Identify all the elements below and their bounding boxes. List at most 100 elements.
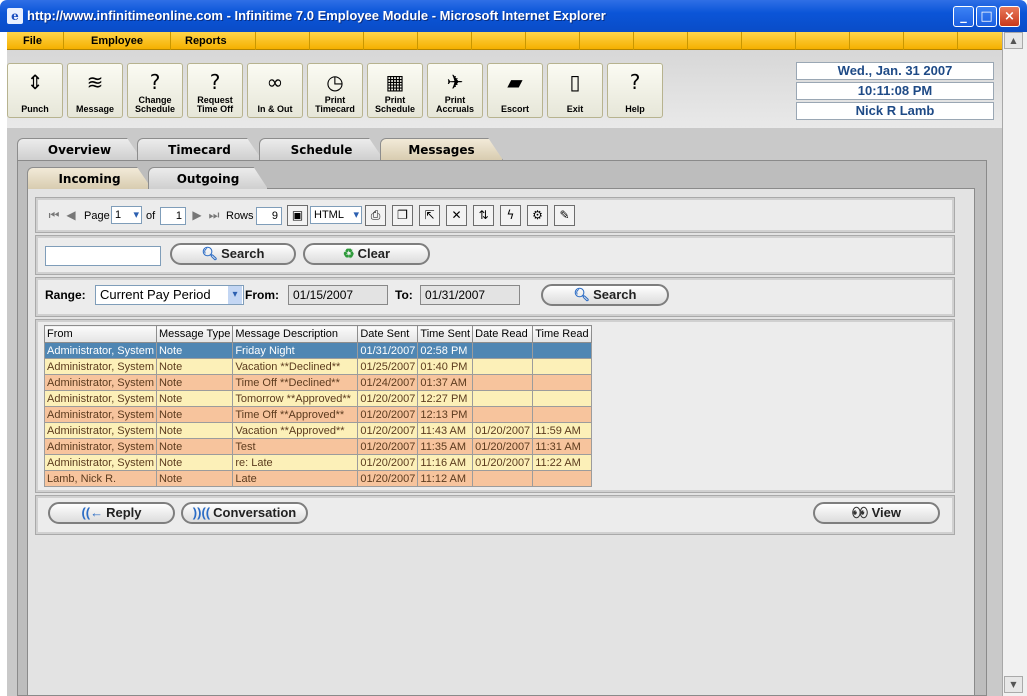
- clear-button[interactable]: ♻ Clear: [303, 243, 430, 265]
- airplane-icon: ✈: [446, 70, 464, 94]
- tab-schedule[interactable]: Schedule: [259, 138, 384, 160]
- column-header[interactable]: From: [44, 325, 157, 343]
- scroll-down-icon[interactable]: ▼: [1004, 676, 1023, 693]
- toolbar-help-button[interactable]: ? Help: [607, 63, 663, 118]
- browser-scrollbar[interactable]: [1002, 32, 1027, 696]
- range-select[interactable]: Current Pay Period ▾: [95, 285, 244, 305]
- table-cell: 01:40 PM: [417, 358, 474, 375]
- table-row[interactable]: Administrator, System Note re: Late 01/20/2…: [44, 454, 592, 471]
- delete-icon[interactable]: ✕: [446, 205, 467, 226]
- toolbar-punch-button[interactable]: ⇕ Punch: [7, 63, 63, 118]
- punch-icon: ⇕: [26, 70, 44, 94]
- reply-button[interactable]: ((← Reply: [48, 502, 175, 524]
- toolbar-message-button[interactable]: ≋ Message: [67, 63, 123, 118]
- table-cell: Administrator, System: [44, 390, 157, 407]
- table-cell: 11:35 AM: [417, 438, 474, 455]
- column-header[interactable]: Message Description: [232, 325, 359, 343]
- table-cell: 01:37 AM: [417, 374, 474, 391]
- page-select[interactable]: 1 ▾: [111, 206, 142, 224]
- from-label: From:: [245, 288, 279, 302]
- toolbar-escort-button[interactable]: ▰ Escort: [487, 63, 543, 118]
- sort-icon[interactable]: ⇅: [473, 205, 494, 226]
- settings-icon[interactable]: ⚙: [527, 205, 548, 226]
- table-row[interactable]: Administrator, System Note Vacation **Decl…: [44, 358, 592, 375]
- maximize-button[interactable]: □: [976, 6, 997, 27]
- toolbar-button-label: Escort: [500, 104, 529, 114]
- column-header[interactable]: Time Sent: [417, 325, 474, 343]
- table-row[interactable]: Administrator, System Note Time Off **Appr…: [44, 406, 592, 423]
- menu-file[interactable]: File: [23, 32, 42, 50]
- window-title: http://www.infinitimeonline.com - Infini…: [27, 8, 606, 23]
- toolbar-exit-button[interactable]: ▯ Exit: [547, 63, 603, 118]
- conversation-button[interactable]: ))((Conversation: [181, 502, 308, 524]
- table-cell: Administrator, System: [44, 454, 157, 471]
- filter-remove-icon[interactable]: ϟ: [500, 205, 521, 226]
- door-icon: ▯: [569, 70, 581, 94]
- reply-icon: ((←: [81, 505, 104, 520]
- table-cell: [472, 390, 534, 407]
- of-label: of: [146, 210, 156, 222]
- column-header[interactable]: Time Read: [532, 325, 592, 343]
- tab-messages[interactable]: Messages: [380, 138, 503, 160]
- print-icon[interactable]: ⎙: [365, 205, 386, 226]
- next-page-icon[interactable]: ▶: [190, 206, 204, 224]
- column-header[interactable]: Date Sent: [357, 325, 419, 343]
- first-page-icon[interactable]: ⏮: [47, 206, 61, 224]
- table-row[interactable]: Administrator, System Note Friday Night 01/…: [44, 342, 592, 359]
- menu-reports[interactable]: Reports: [185, 32, 227, 50]
- close-button[interactable]: ×: [999, 6, 1020, 27]
- table-row[interactable]: Lamb, Nick R. Note Late 01/20/2007 11:12 AM: [44, 470, 592, 487]
- table-cell: 01/20/2007: [472, 454, 534, 471]
- table-cell: [532, 358, 592, 375]
- question-clock-icon: ?: [149, 70, 161, 94]
- tab-incoming[interactable]: Incoming: [27, 167, 152, 189]
- rows-label: Rows: [226, 210, 254, 222]
- save-icon[interactable]: ▣: [287, 205, 308, 226]
- toolbar-request-time-off-button[interactable]: ? Request Time Off: [187, 63, 243, 118]
- from-date-field[interactable]: 01/15/2007: [288, 285, 388, 305]
- search-button[interactable]: 🔍︎ Search: [170, 243, 296, 265]
- table-row[interactable]: Administrator, System Note Vacation **Appr…: [44, 422, 592, 439]
- table-cell: Time Off **Approved**: [232, 406, 359, 423]
- export-icon[interactable]: ⇱: [419, 205, 440, 226]
- prev-page-icon[interactable]: ◀: [64, 206, 78, 224]
- table-cell: 11:59 AM: [532, 422, 592, 439]
- table-row[interactable]: Administrator, System Note Tomorrow **Appr…: [44, 390, 592, 407]
- table-row[interactable]: Administrator, System Note Test 01/20/2007 1…: [44, 438, 592, 455]
- menu-employee[interactable]: Employee: [91, 32, 143, 50]
- view-button[interactable]: 👀︎ View: [813, 502, 940, 524]
- to-date-field[interactable]: 01/31/2007: [420, 285, 520, 305]
- toolbar-in-out-button[interactable]: ∞ In & Out: [247, 63, 303, 118]
- format-select[interactable]: HTML ▾: [310, 206, 362, 224]
- toolbar-button-label: Request Time Off: [196, 95, 234, 114]
- toolbar-print-timecard-button[interactable]: ◷ Print Timecard: [307, 63, 363, 118]
- toolbar-button-label: Help: [625, 104, 645, 114]
- column-header[interactable]: Message Type: [155, 325, 234, 343]
- toolbar-change-schedule-button[interactable]: ? Change Schedule: [127, 63, 183, 118]
- table-cell: Vacation **Declined**: [232, 358, 359, 375]
- last-page-icon[interactable]: ⏭: [207, 206, 221, 224]
- search-input[interactable]: [45, 246, 161, 266]
- tab-overview[interactable]: Overview: [17, 138, 142, 160]
- scroll-up-icon[interactable]: ▲: [1004, 32, 1023, 49]
- tab-outgoing[interactable]: Outgoing: [148, 167, 268, 189]
- toolbar-button-label: Exit: [566, 104, 584, 114]
- rows-input[interactable]: 9: [256, 207, 282, 225]
- copy-icon[interactable]: ❐: [392, 205, 413, 226]
- user-display: Nick R Lamb: [796, 102, 994, 120]
- taxi-icon: ▰: [507, 70, 523, 94]
- toolbar-print-schedule-button[interactable]: ▦ Print Schedule: [367, 63, 423, 118]
- range-search-button[interactable]: 🔍︎ Search: [541, 284, 669, 306]
- table-cell: 12:13 PM: [417, 406, 474, 423]
- table-cell: [532, 406, 592, 423]
- column-header[interactable]: Date Read: [472, 325, 534, 343]
- range-label: Range:: [45, 288, 86, 302]
- table-cell: [532, 470, 592, 487]
- tab-timecard[interactable]: Timecard: [137, 138, 262, 160]
- window-title-bar: e http://www.infinitimeonline.com - Infi…: [0, 0, 1027, 32]
- table-cell: re: Late: [232, 454, 359, 471]
- highlight-icon[interactable]: ✎: [554, 205, 575, 226]
- minimize-button[interactable]: _: [953, 6, 974, 27]
- table-row[interactable]: Administrator, System Note Time Off **Decl…: [44, 374, 592, 391]
- toolbar-print-accruals-button[interactable]: ✈ Print Accruals: [427, 63, 483, 118]
